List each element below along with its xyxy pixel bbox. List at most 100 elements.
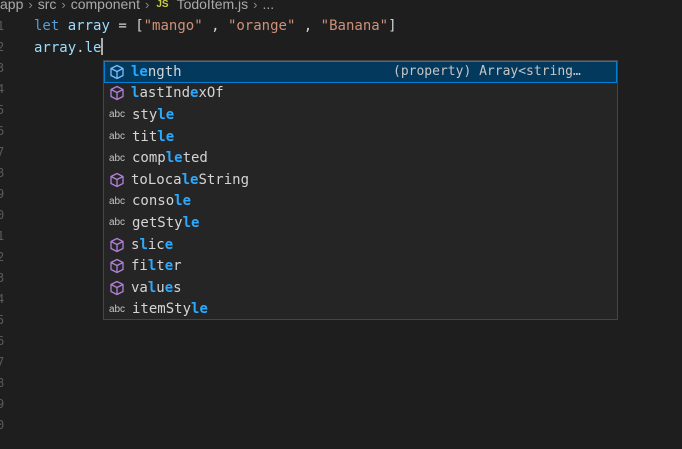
comma: , xyxy=(295,18,321,34)
match-highlight: l xyxy=(139,236,148,253)
line-number: 6 xyxy=(0,124,5,138)
breadcrumb: app › src › component › JS TodoItem.js ›… xyxy=(0,0,274,13)
suggestion-item[interactable]: filter xyxy=(104,255,617,277)
method-cube-icon xyxy=(107,257,127,275)
match-highlight: le xyxy=(157,128,175,145)
text-abc-icon: abc xyxy=(108,195,126,207)
label-text: ngth xyxy=(147,63,182,80)
assignment-operator: = xyxy=(109,18,136,34)
suggestion-item[interactable]: length (property) Array<string… xyxy=(104,61,617,83)
breadcrumb-ellipsis[interactable]: ... xyxy=(263,0,275,12)
variable-array: array xyxy=(67,18,110,34)
autocomplete-suggest-widget[interactable]: length (property) Array<string… lastIndexO… xyxy=(103,60,618,320)
breadcrumb-item-src[interactable]: src xyxy=(38,0,57,12)
label-text: fi xyxy=(131,258,148,275)
match-highlight: le xyxy=(165,150,183,167)
suggestion-label: toLocaleString xyxy=(131,172,249,188)
label-text: ic xyxy=(147,236,165,253)
line-number: 7 xyxy=(0,355,5,369)
label-text: String xyxy=(198,171,250,188)
line-number: 4 xyxy=(0,292,5,306)
code-line-2[interactable]: array.le xyxy=(34,38,104,59)
suggestion-item[interactable]: abc itemStyle xyxy=(104,299,617,321)
label-text: u xyxy=(156,279,165,296)
suggestion-label: slice xyxy=(131,237,173,253)
label-text: tit xyxy=(132,128,158,145)
label-text: ted xyxy=(182,150,208,167)
suggestion-item[interactable]: abc completed xyxy=(104,147,617,169)
suggestion-item[interactable]: slice xyxy=(104,234,617,256)
line-number: 3 xyxy=(0,61,5,75)
method-cube-icon xyxy=(107,171,127,189)
suggestion-item[interactable]: toLocaleString xyxy=(104,169,617,191)
line-number: 0 xyxy=(0,418,5,432)
typed-text: le xyxy=(84,40,102,56)
suggestion-item[interactable]: abc title xyxy=(104,126,617,148)
dot-operator: . xyxy=(76,40,85,56)
line-number: 9 xyxy=(0,187,5,201)
line-number: 0 xyxy=(0,208,5,222)
suggestion-label: getStyle xyxy=(132,215,199,231)
label-text: toLoca xyxy=(131,171,182,188)
text-abc-icon: abc xyxy=(108,131,126,143)
comma: , xyxy=(202,18,228,34)
breadcrumb-item-component[interactable]: component xyxy=(71,0,140,12)
label-text: conso xyxy=(132,193,175,210)
suggestion-label: filter xyxy=(131,258,182,274)
suggestion-item[interactable]: abc console xyxy=(104,191,617,213)
variable-array: array xyxy=(34,40,77,56)
match-highlight: e xyxy=(164,258,174,275)
line-number: 7 xyxy=(0,145,5,159)
label-text: t xyxy=(156,258,165,275)
suggestion-label: console xyxy=(132,193,191,209)
suggestion-item[interactable]: abc getStyle xyxy=(104,212,617,234)
chevron-right-icon: › xyxy=(61,0,66,12)
suggestion-item[interactable]: values xyxy=(104,277,617,299)
method-cube-icon xyxy=(107,236,127,254)
text-abc-icon: abc xyxy=(108,109,126,121)
keyword-let: let xyxy=(34,18,60,34)
label-text: s xyxy=(173,279,182,296)
suggestion-label: values xyxy=(131,280,182,296)
text-cursor xyxy=(101,38,104,55)
match-highlight: le xyxy=(157,106,175,123)
label-text: getSty xyxy=(132,214,183,231)
line-number: 8 xyxy=(0,376,5,390)
label-text: comp xyxy=(132,150,166,167)
text-abc-icon: abc xyxy=(108,152,126,164)
suggestion-detail: (property) Array<string… xyxy=(393,64,581,80)
chevron-right-icon: › xyxy=(145,0,150,12)
line-number: 9 xyxy=(0,397,5,411)
line-number: 4 xyxy=(0,82,5,96)
line-number: 1 xyxy=(0,229,5,243)
suggestion-item[interactable]: abc style xyxy=(104,104,617,126)
string-literal: "mango" xyxy=(143,18,203,34)
open-bracket: [ xyxy=(135,18,144,34)
code-line-1[interactable]: let array = ["mango" , "orange" , "Banan… xyxy=(34,16,397,37)
match-highlight: e xyxy=(164,236,174,253)
breadcrumb-item-app[interactable]: app xyxy=(0,0,23,12)
breadcrumb-item-file[interactable]: TodoItem.js xyxy=(177,0,249,12)
line-number: 2 xyxy=(0,40,5,54)
string-literal: "Banana" xyxy=(320,18,389,34)
label-text: itemSty xyxy=(132,301,192,318)
label-text: sty xyxy=(132,106,158,123)
line-number: 2 xyxy=(0,250,5,264)
suggestion-label: title xyxy=(132,129,174,145)
string-literal: "orange" xyxy=(227,18,296,34)
match-highlight: le xyxy=(191,301,208,318)
property-cube-icon xyxy=(107,63,127,81)
suggestion-item[interactable]: lastIndexOf xyxy=(104,83,617,105)
label-text: r xyxy=(173,258,182,275)
match-highlight: e xyxy=(164,279,174,296)
line-number: 1 xyxy=(0,19,5,33)
match-highlight: le xyxy=(174,193,192,210)
line-number: 6 xyxy=(0,334,5,348)
close-bracket: ] xyxy=(388,18,397,34)
label-text: xOf xyxy=(198,85,224,102)
suggestion-label: completed xyxy=(132,150,208,166)
line-number: 3 xyxy=(0,271,5,285)
chevron-right-icon: › xyxy=(28,0,33,12)
method-cube-icon xyxy=(107,279,127,297)
suggestion-label: lastIndexOf xyxy=(131,85,224,101)
